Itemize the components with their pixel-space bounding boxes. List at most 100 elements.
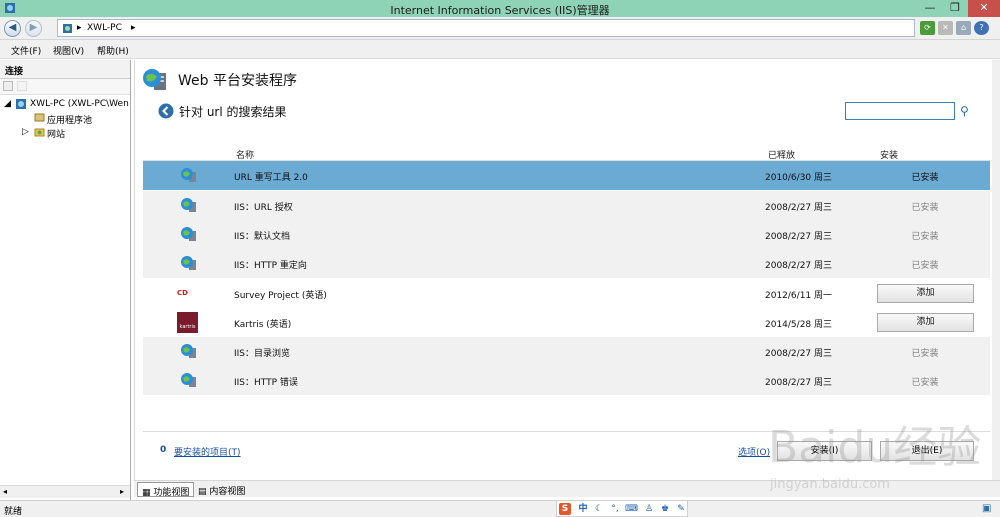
table-row[interactable]: IIS：默认文档 2008/2/27 周三 已安装 <box>143 220 990 249</box>
sites-folder-icon <box>34 128 45 137</box>
installed-status: 已安装 <box>911 232 939 242</box>
help-icon[interactable]: ? <box>974 21 989 35</box>
menu-help[interactable]: 帮助(H) <box>97 44 129 57</box>
menu-file[interactable]: 文件(F) <box>11 44 41 57</box>
address-box[interactable]: ▸ XWL-PC ▸ <box>57 19 915 37</box>
row-released-date: 2008/2/27 周三 <box>765 261 833 271</box>
title-bar: Internet Information Services (IIS)管理器 —… <box>0 0 1000 17</box>
column-name[interactable]: 名称 <box>236 148 254 161</box>
tree-node-app-pools[interactable]: 应用程序池 <box>47 113 92 126</box>
connections-panel: 连接 ◢ XWL-PC (XWL-PC\Wen 应用程序池 ▷ 网站 ◂ ▸ <box>0 60 131 500</box>
search-icon[interactable]: ⚲ <box>960 104 969 118</box>
items-to-install-link[interactable]: 要安装的项目(T) <box>174 445 241 458</box>
window-title: Internet Information Services (IIS)管理器 <box>390 4 610 17</box>
back-button[interactable]: ◀ <box>4 20 21 37</box>
web-platform-installer-icon <box>143 69 166 90</box>
row-name: IIS：目录浏览 <box>234 349 291 359</box>
close-button[interactable]: ✕ <box>968 0 1000 17</box>
row-name: IIS：默认文档 <box>234 232 291 242</box>
add-button[interactable]: 添加 <box>877 284 974 303</box>
table-row[interactable]: CD Survey Project (英语) 2012/6/11 周一 添加 <box>143 279 990 308</box>
tools-icon[interactable]: ✎ <box>675 503 687 515</box>
ime-toolbar: S 中 ☾ °, ⌨ ♙ ♚ ✎ <box>556 500 688 517</box>
add-button[interactable]: 添加 <box>877 313 974 332</box>
row-released-date: 2010/6/30 周三 <box>765 173 833 183</box>
connect-icon[interactable] <box>3 81 13 91</box>
row-name: Survey Project (英语) <box>234 291 327 301</box>
server-icon <box>63 24 72 33</box>
forward-button[interactable]: ▶ <box>25 20 42 37</box>
row-name: URL 重写工具 2.0 <box>234 173 308 183</box>
status-bar: 就绪 ▣ <box>0 500 1000 517</box>
punctuation-icon[interactable]: °, <box>609 503 621 515</box>
scroll-left-icon[interactable]: ◂ <box>3 487 7 496</box>
iis-module-globe-icon <box>181 227 196 241</box>
tab-features-view[interactable]: ▦ 功能视图 <box>137 482 195 498</box>
maximize-button[interactable]: ❐ <box>943 0 967 17</box>
ime-mode-label[interactable]: 中 <box>577 503 589 515</box>
tree-node-sites[interactable]: 网站 <box>47 127 65 140</box>
search-input[interactable] <box>845 102 955 120</box>
iis-module-globe-icon <box>181 198 196 212</box>
network-status-icon: ▣ <box>982 503 992 514</box>
back-arrow-icon[interactable] <box>158 103 174 119</box>
app-pool-icon <box>34 113 45 122</box>
options-link[interactable]: 选项(O) <box>738 445 770 458</box>
content-view-icon: ▤ <box>198 487 207 497</box>
row-name: IIS：URL 授权 <box>234 203 293 213</box>
table-row[interactable]: IIS：HTTP 错误 2008/2/27 周三 已安装 <box>143 366 990 395</box>
selected-count: 0 <box>160 445 167 455</box>
tree-node-server[interactable]: XWL-PC (XWL-PC\Wen <box>30 99 129 109</box>
tree-expander-icon[interactable]: ◢ <box>4 99 11 109</box>
minimize-button[interactable]: — <box>918 0 942 17</box>
row-released-date: 2008/2/27 周三 <box>765 232 833 242</box>
horizontal-scrollbar[interactable]: ◂ ▸ <box>0 485 130 498</box>
half-width-icon[interactable]: ☾ <box>593 503 605 515</box>
breadcrumb-item[interactable]: XWL-PC <box>87 23 122 33</box>
scroll-right-icon[interactable]: ▸ <box>120 487 124 496</box>
connections-toolbar <box>0 79 130 95</box>
skin-icon[interactable]: ♚ <box>659 503 671 515</box>
exit-button[interactable]: 退出(E) <box>880 441 974 461</box>
table-row[interactable]: kartris Kartris (英语) 2014/5/28 周三 添加 <box>143 308 990 337</box>
tree-expander-icon[interactable]: ▷ <box>22 127 29 137</box>
row-released-date: 2012/6/11 周一 <box>765 291 833 301</box>
home-icon[interactable]: ⌂ <box>956 21 971 35</box>
tab-content-view[interactable]: ▤ 内容视图 <box>194 482 249 497</box>
row-name: IIS：HTTP 错误 <box>234 378 298 388</box>
table-row[interactable]: IIS：HTTP 重定向 2008/2/27 周三 已安装 <box>143 249 990 278</box>
view-tabs: ▦ 功能视图 ▤ 内容视图 <box>134 480 1000 498</box>
installed-status: 已安装 <box>911 173 939 183</box>
column-released[interactable]: 已释放 <box>768 148 795 161</box>
row-released-date: 2008/2/27 周三 <box>765 349 833 359</box>
tab-content-label: 内容视图 <box>209 487 246 497</box>
row-name: IIS：HTTP 重定向 <box>234 261 307 271</box>
table-header: 名称 已释放 安装 <box>143 145 990 161</box>
iis-module-globe-icon <box>181 373 196 387</box>
table-row[interactable]: IIS：目录浏览 2008/2/27 周三 已安装 <box>143 337 990 366</box>
page-title: Web 平台安装程序 <box>178 73 297 89</box>
keyboard-icon[interactable]: ⌨ <box>625 503 638 515</box>
row-released-date: 2008/2/27 周三 <box>765 378 833 388</box>
install-button[interactable]: 安装(I) <box>777 441 872 461</box>
breadcrumb-separator-icon: ▸ <box>131 23 136 33</box>
refresh-icon[interactable]: ⟳ <box>920 21 935 35</box>
installed-status: 已安装 <box>911 378 939 388</box>
column-install[interactable]: 安装 <box>880 148 898 161</box>
installed-status: 已安装 <box>911 349 939 359</box>
address-bar: ◀ ▶ ▸ XWL-PC ▸ ⟳ ✕ ⌂ ? <box>0 17 1000 40</box>
stop-icon[interactable]: ✕ <box>938 21 953 35</box>
sogou-logo-icon[interactable]: S <box>559 503 571 515</box>
status-text: 就绪 <box>4 507 23 517</box>
table-row[interactable]: URL 重写工具 2.0 2010/6/30 周三 已安装 <box>143 161 990 190</box>
vertical-scrollbar[interactable] <box>992 60 1000 480</box>
footer-divider <box>143 431 990 432</box>
breadcrumb-separator-icon: ▸ <box>77 23 82 33</box>
menu-view[interactable]: 视图(V) <box>53 44 84 57</box>
installed-status: 已安装 <box>911 261 939 271</box>
save-icon[interactable] <box>17 81 27 91</box>
user-icon[interactable]: ♙ <box>643 503 655 515</box>
search-results-title: 针对 url 的搜索结果 <box>179 105 287 119</box>
table-row[interactable]: IIS：URL 授权 2008/2/27 周三 已安装 <box>143 191 990 220</box>
kartris-logo-icon: kartris <box>177 312 198 333</box>
